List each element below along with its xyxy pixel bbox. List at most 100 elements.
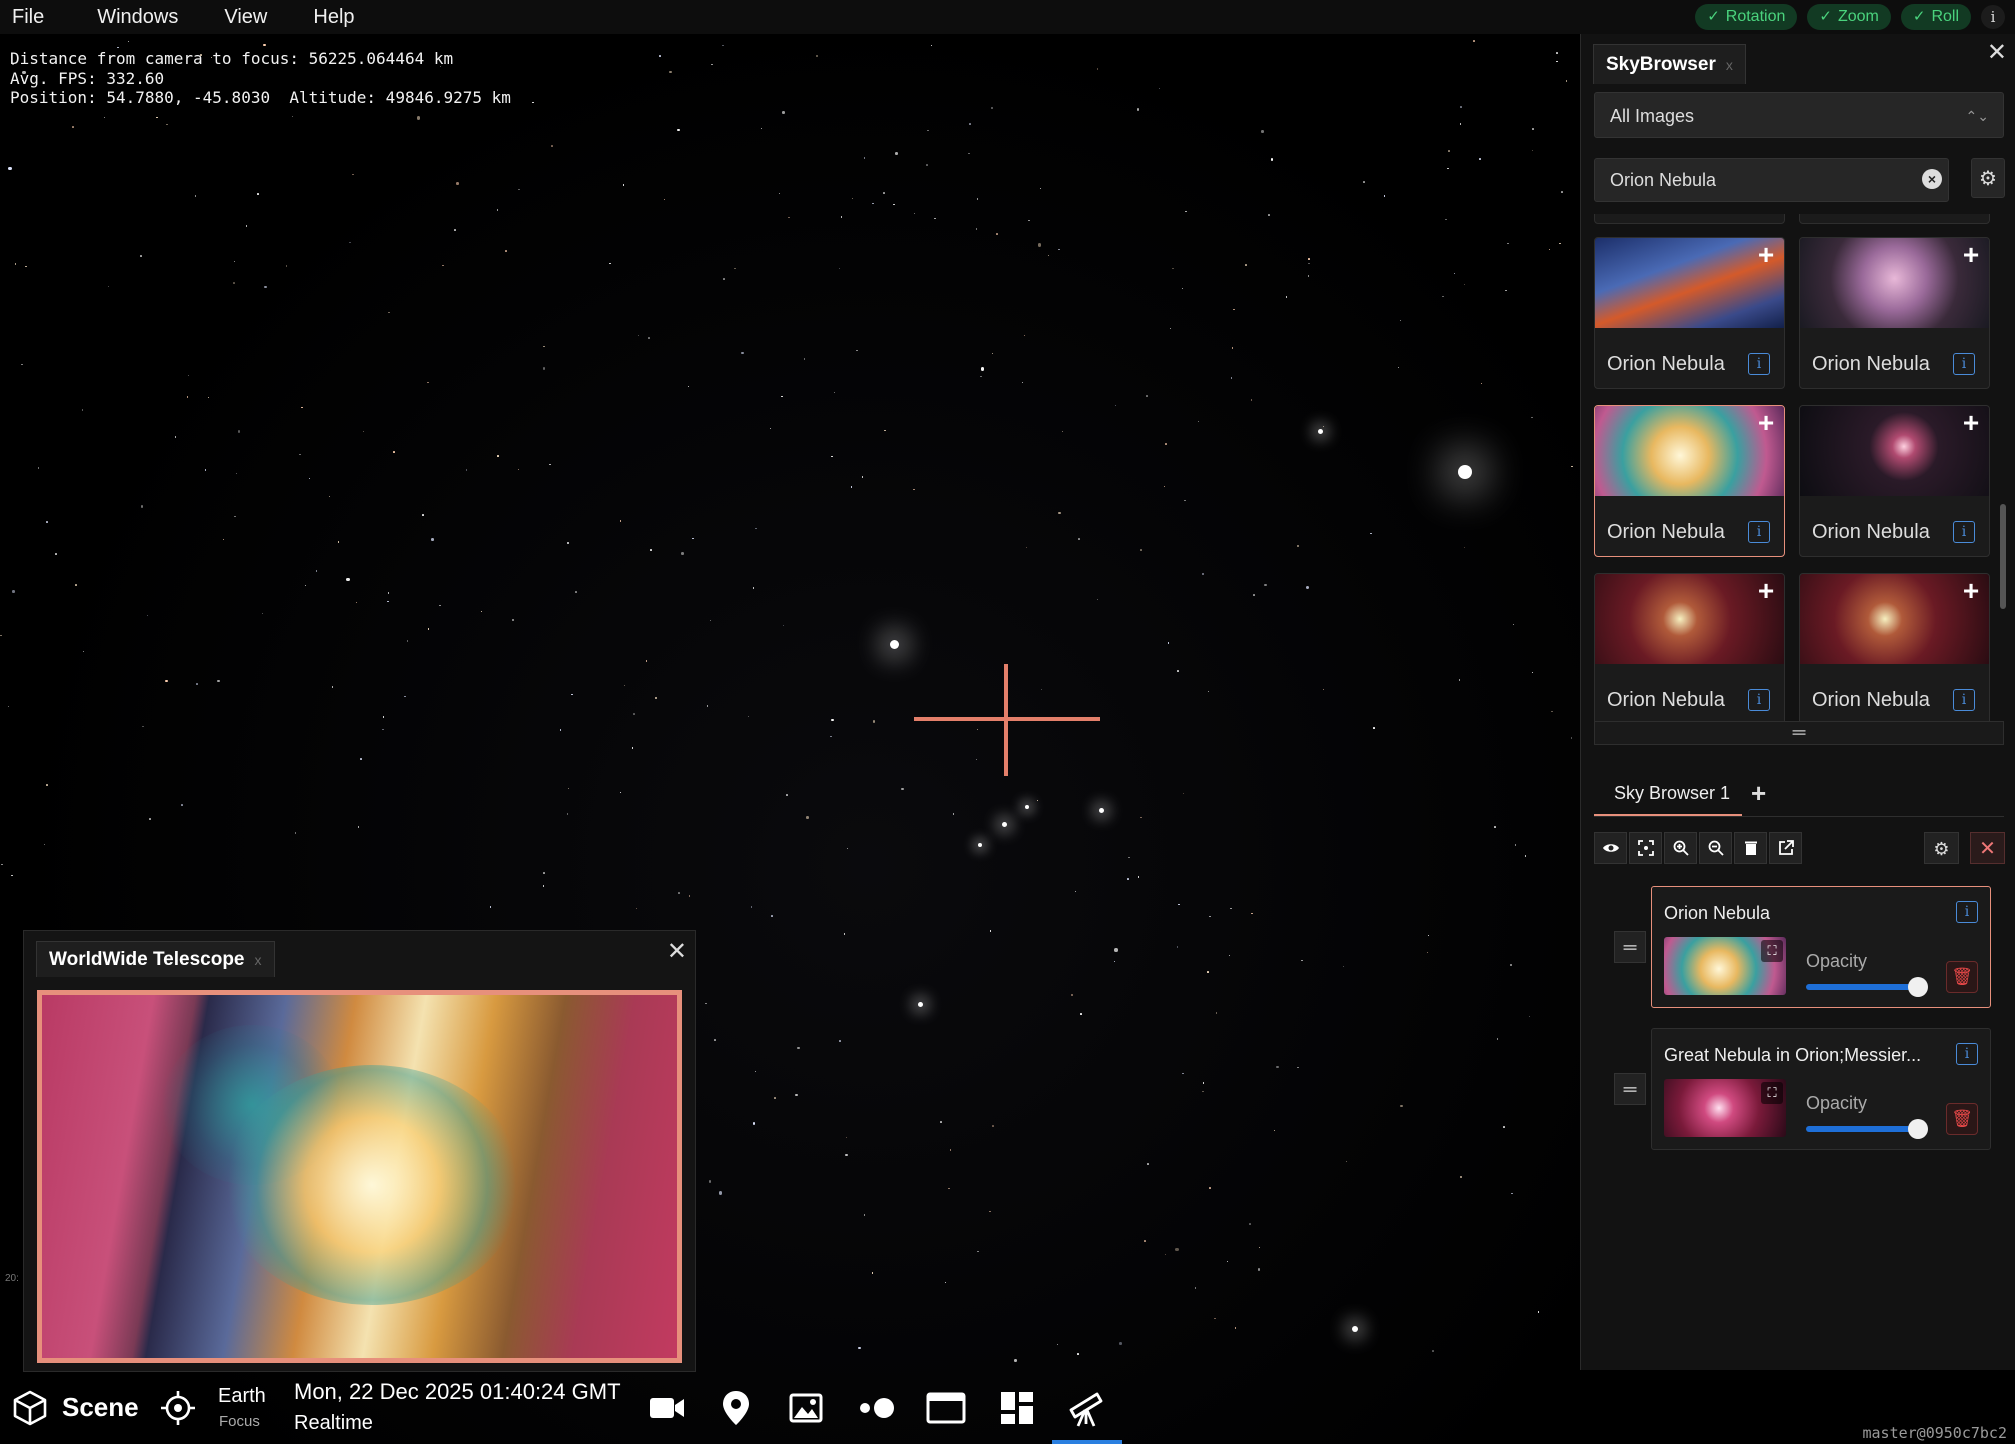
rotation-toggle[interactable]: ✓ Rotation [1695,4,1798,30]
date-time[interactable]: Mon, 22 Dec 2025 01:40:24 GMT [294,1379,621,1405]
menu-view[interactable]: View [201,0,290,34]
wwt-image-view[interactable] [37,990,682,1363]
focus-name[interactable]: Earth [218,1385,266,1408]
image-card-partial[interactable] [1594,214,1785,224]
scene-label[interactable]: Scene [62,1392,139,1423]
zoom-out-icon[interactable] [1699,832,1732,864]
image-card[interactable]: + Orion Nebula i [1799,237,1990,389]
position-readout: Position: 54.7880, -45.8030 Altitude: 49… [10,88,511,107]
add-browser-icon[interactable]: + [1751,778,1766,809]
star [989,1210,991,1213]
panel-resize-handle[interactable]: ═ [1594,721,2004,745]
star [913,212,916,215]
wwt-tab[interactable]: WorldWide Telescope x [36,941,275,977]
opacity-slider-handle[interactable] [1908,977,1928,997]
star [1037,243,1042,247]
image-results-grid[interactable]: + Orion Nebula i + Orion Nebula i + Orio… [1594,214,2002,754]
search-input[interactable] [1594,158,1949,202]
image-filter-select[interactable]: All Images ⌃⌄ [1594,92,2004,138]
focus-frame-icon[interactable]: ⛶ [1761,940,1783,962]
star [782,111,785,114]
close-icon[interactable]: ✕ [1970,832,2005,864]
drag-handle-icon[interactable]: ═ [1614,1073,1646,1105]
image-card-selected[interactable]: + Orion Nebula i [1594,405,1785,557]
gear-icon[interactable]: ⚙ [1924,832,1959,864]
info-icon[interactable]: i [1748,521,1770,543]
clear-search-icon[interactable]: × [1922,169,1942,189]
star [833,391,836,394]
zoom-in-icon[interactable] [1664,832,1697,864]
image-card[interactable]: + Orion Nebula i [1594,573,1785,725]
focus-frame-icon[interactable]: ⛶ [1761,1082,1783,1104]
menu-file[interactable]: File [0,0,74,34]
toggle-icon[interactable] [852,1384,900,1432]
menu-windows[interactable]: Windows [74,0,201,34]
add-image-icon[interactable]: + [1754,409,1778,437]
tab-close-icon[interactable]: x [1726,45,1733,84]
close-icon[interactable]: ✕ [667,937,687,966]
focus-frame-icon[interactable] [1629,832,1662,864]
star [559,729,562,731]
star [543,872,545,874]
gear-icon[interactable]: ⚙ [1971,158,2005,198]
info-icon[interactable]: i [1748,353,1770,375]
info-icon[interactable]: i [1956,901,1978,923]
layer-item[interactable]: Orion Nebula i ⛶ Opacity 🗑 [1651,886,1991,1008]
add-image-icon[interactable]: + [1959,241,1983,269]
zoom-toggle[interactable]: ✓ Zoom [1807,4,1891,30]
image-card[interactable]: + Orion Nebula i [1594,237,1785,389]
info-icon[interactable]: i [1953,353,1975,375]
image-icon[interactable] [782,1384,830,1432]
star [1273,1129,1276,1132]
scene-cube-icon[interactable] [6,1384,54,1432]
star [1565,80,1568,82]
roll-toggle[interactable]: ✓ Roll [1900,4,1971,30]
close-icon[interactable]: ✕ [1987,38,2007,67]
drag-handle-icon[interactable]: ═ [1614,931,1646,963]
add-image-icon[interactable]: + [1754,577,1778,605]
info-icon[interactable]: i [1748,689,1770,711]
opacity-slider-handle[interactable] [1908,1119,1928,1139]
target-crosshair-vertical[interactable] [1004,664,1008,776]
opacity-slider[interactable] [1806,984,1916,990]
star [382,716,385,718]
trash-icon[interactable] [1734,832,1767,864]
star [1178,903,1180,906]
telescope-icon[interactable] [1063,1384,1111,1432]
add-image-icon[interactable]: + [1959,577,1983,605]
tab-close-icon[interactable]: x [255,942,262,977]
skybrowser-tab[interactable]: SkyBrowser x [1593,44,1746,84]
star [511,618,515,621]
fps-readout: Avg. FPS: 332.60 [10,68,165,88]
star [264,285,267,289]
star [422,514,424,516]
add-image-icon[interactable]: + [1959,409,1983,437]
layer-item[interactable]: Great Nebula in Orion;Messier... i ⛶ Opa… [1651,1028,1991,1150]
info-icon[interactable]: i [1953,689,1975,711]
window-icon[interactable] [922,1384,970,1432]
image-card[interactable]: + Orion Nebula i [1799,573,1990,725]
eye-icon[interactable] [1594,832,1627,864]
time-mode[interactable]: Realtime [294,1412,373,1435]
info-icon[interactable]: i [1981,5,2005,29]
star [1144,1240,1146,1242]
star [760,127,763,130]
focus-target-icon[interactable] [154,1384,202,1432]
tab-sky-browser-1[interactable]: Sky Browser 1 [1594,770,1742,816]
camera-icon[interactable] [643,1384,691,1432]
menu-help[interactable]: Help [290,0,377,34]
image-card-partial[interactable] [1799,214,1990,224]
image-card[interactable]: + Orion Nebula i [1799,405,1990,557]
trash-icon[interactable]: 🗑 [1946,1103,1978,1135]
location-pin-icon[interactable] [712,1384,760,1432]
opacity-slider[interactable] [1806,1126,1916,1132]
star [1448,150,1450,152]
dashboard-icon[interactable] [993,1384,1041,1432]
info-icon[interactable]: i [1956,1043,1978,1065]
star [1268,214,1270,216]
add-image-icon[interactable]: + [1754,241,1778,269]
results-scrollbar[interactable] [2000,504,2006,609]
trash-icon[interactable]: 🗑 [1946,961,1978,993]
external-link-icon[interactable] [1769,832,1802,864]
info-icon[interactable]: i [1953,521,1975,543]
